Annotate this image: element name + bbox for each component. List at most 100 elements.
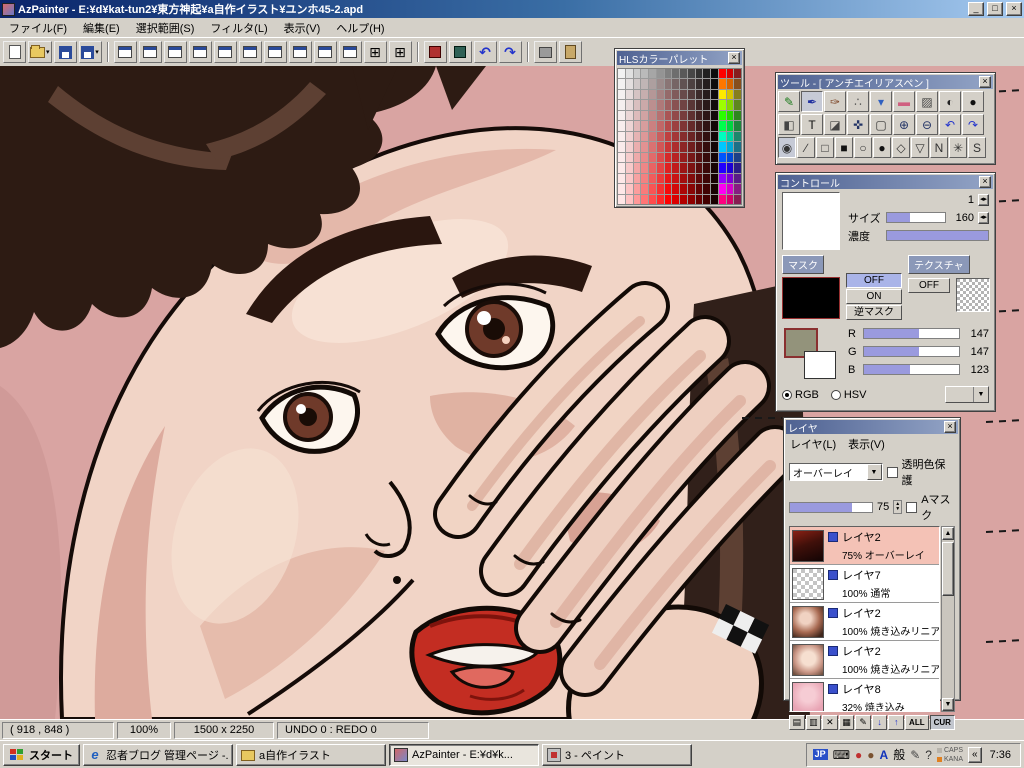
hls-color-cell[interactable]: [672, 100, 679, 110]
pencil-tool[interactable]: ✎: [778, 91, 800, 112]
toggle-tool-window-button[interactable]: [113, 41, 137, 63]
mask-off-button[interactable]: OFF: [846, 273, 902, 288]
tone-tool[interactable]: ▨: [916, 91, 938, 112]
hls-color-cell[interactable]: [680, 131, 687, 142]
hls-color-cell[interactable]: [649, 142, 656, 152]
hls-color-cell[interactable]: [726, 152, 734, 163]
tools-palette-titlebar[interactable]: ツール - [ アンチエイリアスペン ] ×: [778, 75, 993, 90]
hls-color-cell[interactable]: [703, 79, 710, 89]
hls-color-cell[interactable]: [680, 173, 687, 184]
hls-color-cell[interactable]: [703, 152, 710, 163]
hls-color-cell[interactable]: [664, 110, 672, 121]
hls-color-cell[interactable]: [726, 194, 734, 204]
menu-item-1[interactable]: 編集(E): [75, 18, 128, 38]
hls-color-cell[interactable]: [711, 131, 718, 142]
hls-color-cell[interactable]: [641, 69, 648, 79]
select-tool[interactable]: ▢: [870, 114, 892, 135]
hls-color-cell[interactable]: [664, 121, 672, 131]
polyline-shape-tool[interactable]: N: [930, 137, 948, 158]
hls-color-cell[interactable]: [649, 131, 656, 142]
hls-color-cell[interactable]: [687, 79, 695, 89]
hls-color-cell[interactable]: [703, 100, 710, 110]
hls-color-cell[interactable]: [649, 163, 656, 173]
hls-color-cell[interactable]: [680, 152, 687, 163]
hls-color-cell[interactable]: [641, 184, 648, 194]
airbrush-tool[interactable]: ∴: [847, 91, 869, 112]
hls-color-cell[interactable]: [695, 142, 703, 152]
hls-color-cell[interactable]: [641, 121, 648, 131]
blur-tool[interactable]: ◐: [939, 91, 961, 112]
layer-row[interactable]: レイヤ8 32% 焼き込み: [790, 679, 939, 711]
layer-visible-checkbox[interactable]: [828, 646, 838, 656]
hls-color-cell[interactable]: [625, 163, 633, 173]
hls-color-cell[interactable]: [695, 194, 703, 204]
hls-color-cell[interactable]: [656, 79, 664, 89]
hls-color-cell[interactable]: [633, 100, 641, 110]
hls-color-cell[interactable]: [649, 152, 656, 163]
tray-chevron-button[interactable]: «: [968, 746, 982, 763]
gradation-tool[interactable]: ◧: [778, 114, 800, 135]
hls-color-cell[interactable]: [672, 69, 679, 79]
hls-color-cell[interactable]: [625, 121, 633, 131]
hls-color-cell[interactable]: [734, 79, 741, 89]
delete-layer-button[interactable]: ✕: [822, 715, 838, 730]
zoom-out-tool[interactable]: ⊖: [916, 114, 938, 135]
layer-menu-layer[interactable]: レイヤ(L): [790, 436, 836, 452]
hls-color-cell[interactable]: [726, 79, 734, 89]
hls-color-cell[interactable]: [680, 89, 687, 100]
ime-ball-icon[interactable]: ●: [867, 749, 874, 761]
hls-color-cell[interactable]: [664, 184, 672, 194]
hls-color-cell[interactable]: [649, 173, 656, 184]
hls-color-cell[interactable]: [672, 131, 679, 142]
hls-color-cell[interactable]: [695, 173, 703, 184]
hls-color-cell[interactable]: [649, 194, 656, 204]
polygon-shape-tool[interactable]: ◇: [892, 137, 910, 158]
hls-color-cell[interactable]: [649, 110, 656, 121]
show-all-layers-button[interactable]: ALL: [905, 715, 929, 730]
hls-close-icon[interactable]: ×: [728, 52, 740, 64]
texture-off-button[interactable]: OFF: [908, 278, 950, 293]
hls-color-cell[interactable]: [641, 152, 648, 163]
r-slider[interactable]: [863, 328, 960, 339]
dot-brush-tool[interactable]: ●: [962, 91, 984, 112]
ime-red-icon[interactable]: ●: [855, 749, 862, 761]
hls-color-cell[interactable]: [656, 142, 664, 152]
hls-color-cell[interactable]: [633, 173, 641, 184]
hls-color-cell[interactable]: [718, 194, 726, 204]
hls-color-cell[interactable]: [625, 142, 633, 152]
rename-layer-button[interactable]: ✎: [855, 715, 871, 730]
hls-color-cell[interactable]: [695, 79, 703, 89]
hls-color-cell[interactable]: [711, 163, 718, 173]
hls-color-cell[interactable]: [703, 89, 710, 100]
hls-color-cell[interactable]: [680, 163, 687, 173]
hls-color-cell[interactable]: [618, 69, 625, 79]
hls-color-cell[interactable]: [625, 173, 633, 184]
rect-shape-tool[interactable]: □: [816, 137, 834, 158]
jp-indicator[interactable]: JP: [812, 749, 828, 760]
show-current-layer-button[interactable]: CUR: [929, 715, 955, 730]
toggle-brushlist-window-button[interactable]: [313, 41, 337, 63]
hls-color-cell[interactable]: [734, 89, 741, 100]
hls-color-cell[interactable]: [687, 173, 695, 184]
scroll-thumb[interactable]: [942, 542, 954, 596]
mask-inverse-button[interactable]: 逆マスク: [846, 305, 902, 320]
ime-pen-icon[interactable]: ✎: [910, 749, 920, 761]
toggle-imagelist-window-button[interactable]: [288, 41, 312, 63]
layer-palette-titlebar[interactable]: レイヤ ×: [786, 420, 958, 435]
hls-color-cell[interactable]: [687, 184, 695, 194]
hls-color-cell[interactable]: [618, 163, 625, 173]
hls-color-cell[interactable]: [718, 152, 726, 163]
hls-color-cell[interactable]: [664, 131, 672, 142]
hls-color-cell[interactable]: [618, 194, 625, 204]
hls-color-cell[interactable]: [656, 173, 664, 184]
layer-visible-checkbox[interactable]: [828, 608, 838, 618]
hls-color-cell[interactable]: [680, 79, 687, 89]
hls-color-cell[interactable]: [687, 121, 695, 131]
task-paint-button[interactable]: 3 - ペイント: [542, 743, 692, 766]
hls-color-cell[interactable]: [734, 131, 741, 142]
hls-color-cell[interactable]: [718, 121, 726, 131]
text-tool[interactable]: T: [801, 114, 823, 135]
hls-color-cell[interactable]: [680, 69, 687, 79]
task-illust-folder-button[interactable]: a自作イラスト: [236, 743, 386, 766]
hls-color-cell[interactable]: [703, 121, 710, 131]
